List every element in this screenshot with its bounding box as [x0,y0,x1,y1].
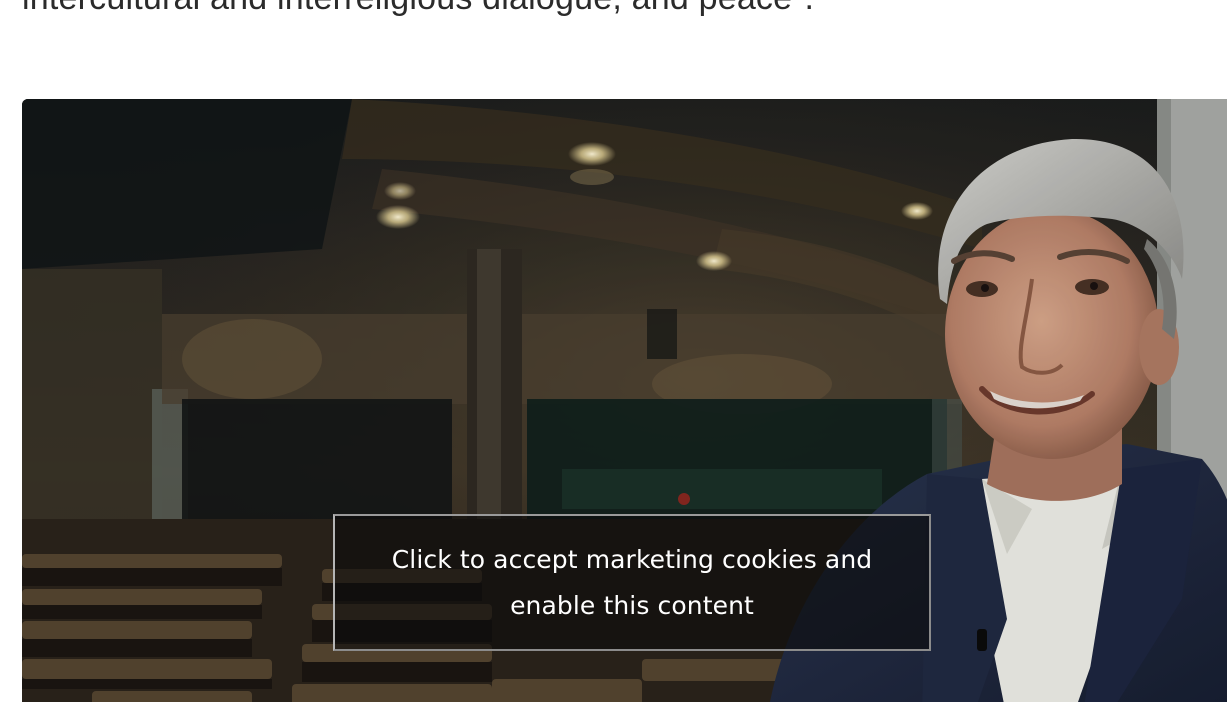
video-embed[interactable]: Click to accept marketing cookies and en… [22,99,1227,702]
page: intercultural and interreligious dialogu… [0,0,1227,702]
cookie-notice-text: Click to accept marketing cookies and en… [391,544,873,620]
article-intro-text: intercultural and interreligious dialogu… [22,0,814,18]
accept-marketing-cookies-button[interactable]: Click to accept marketing cookies and en… [333,514,931,651]
